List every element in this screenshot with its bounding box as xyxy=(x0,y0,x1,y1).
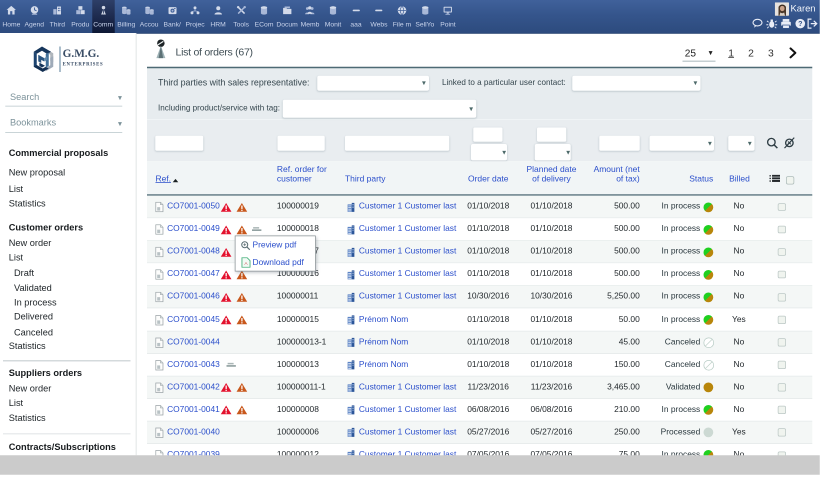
svg-text:?: ? xyxy=(798,20,802,28)
